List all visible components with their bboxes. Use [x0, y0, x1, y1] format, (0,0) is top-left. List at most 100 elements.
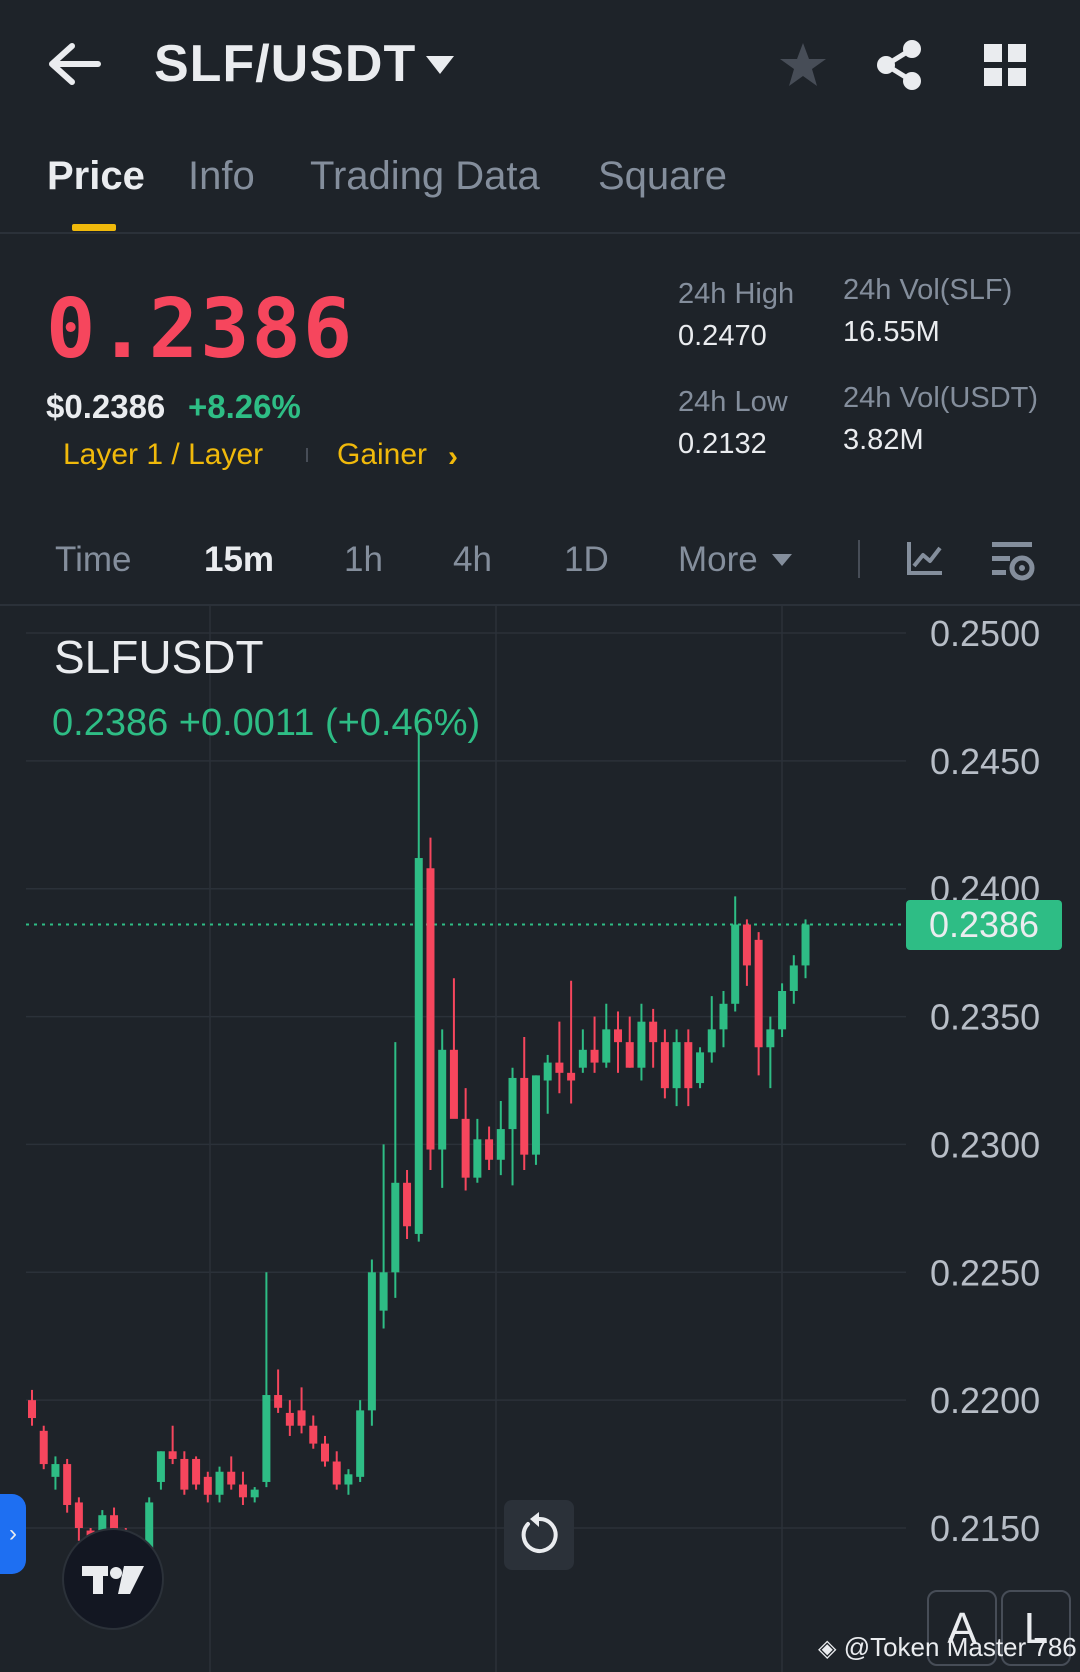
tab-price[interactable]: Price	[47, 154, 145, 199]
indicator-icon[interactable]	[906, 540, 944, 576]
candle	[238, 1471, 247, 1505]
candle	[180, 1451, 189, 1495]
interval-4h[interactable]: 4h	[453, 540, 492, 580]
candle	[332, 1451, 341, 1490]
candle-body	[28, 1400, 36, 1419]
high-label: 24h High	[678, 278, 795, 310]
candle-body	[473, 1139, 482, 1178]
interval-1d[interactable]: 1D	[564, 540, 609, 580]
expand-drawing-tools[interactable]: ›	[0, 1494, 26, 1574]
candle-body	[438, 1049, 447, 1150]
candle	[625, 1016, 634, 1068]
candle	[438, 1029, 447, 1188]
candle-body	[379, 1272, 388, 1311]
vol-quote-value: 3.82M	[843, 424, 924, 456]
candle	[508, 1067, 517, 1186]
gainer-tag[interactable]: Gainer	[337, 438, 427, 472]
pair-title[interactable]: SLF/USDT	[154, 34, 416, 94]
tab-square[interactable]: Square	[598, 154, 727, 199]
candle	[51, 1456, 60, 1490]
candle-body	[39, 1430, 48, 1465]
candle-body	[403, 1182, 412, 1227]
tab-trading-data[interactable]: Trading Data	[310, 154, 540, 199]
chevron-right-icon[interactable]: ›	[448, 440, 458, 474]
candle-body	[508, 1077, 517, 1130]
divider	[0, 232, 1080, 234]
star-icon[interactable]	[778, 40, 828, 90]
candle-body	[672, 1042, 681, 1089]
candle-body	[180, 1458, 189, 1490]
interval-time[interactable]: Time	[55, 540, 131, 580]
interval-1h[interactable]: 1h	[344, 540, 383, 580]
candle-body	[625, 1042, 634, 1068]
candle	[449, 978, 458, 1119]
interval-more[interactable]: More	[678, 540, 758, 580]
vol-base-value: 16.55M	[843, 316, 940, 348]
candle-body	[321, 1443, 329, 1462]
candle-body	[274, 1395, 283, 1408]
tag-separator	[306, 448, 308, 462]
caret-down-icon[interactable]	[772, 554, 792, 566]
candle-body	[660, 1042, 669, 1089]
candle-body	[344, 1474, 353, 1485]
y-tick-label: 0.2350	[930, 997, 1040, 1038]
reset-chart-button[interactable]	[504, 1500, 574, 1570]
tab-info[interactable]: Info	[188, 154, 255, 199]
candle	[414, 730, 423, 1242]
candle-body	[391, 1182, 400, 1273]
candle-body	[63, 1464, 72, 1505]
candle	[578, 1029, 587, 1073]
back-arrow-icon[interactable]	[48, 38, 104, 90]
chart-settings-icon[interactable]	[990, 538, 1036, 582]
candle	[696, 1047, 705, 1089]
ohlc-legend: 0.2386 +0.0011 (+0.46%)	[52, 702, 481, 744]
share-icon[interactable]	[874, 38, 924, 92]
y-tick-label: 0.2250	[930, 1252, 1040, 1293]
candle-body	[250, 1489, 259, 1498]
candle	[789, 955, 798, 1004]
candle	[403, 1170, 412, 1240]
y-tick-label: 0.2300	[930, 1124, 1040, 1165]
usd-price: $0.2386	[46, 388, 166, 425]
sector-tag[interactable]: Layer 1 / Layer	[63, 438, 263, 472]
candle	[614, 1011, 622, 1073]
low-value: 0.2132	[678, 428, 767, 460]
candle	[168, 1425, 177, 1465]
top-bar: SLF/USDT	[0, 0, 1080, 130]
vol-quote-label: 24h Vol(USDT)	[843, 382, 1039, 414]
candle-body	[449, 1049, 458, 1119]
candle	[285, 1400, 294, 1436]
candle	[731, 896, 740, 1012]
candle-body	[156, 1451, 165, 1482]
candle	[344, 1469, 353, 1495]
candle	[379, 1144, 388, 1329]
candle	[637, 1003, 646, 1081]
candle-body	[707, 1029, 716, 1053]
candle	[262, 1272, 271, 1488]
candle	[391, 1042, 400, 1298]
interval-15m[interactable]: 15m	[204, 540, 274, 580]
candle-body	[367, 1272, 376, 1411]
grid-icon[interactable]	[984, 44, 1026, 86]
watermark: ◈ @Token Master 786	[818, 1632, 1077, 1663]
candle-body	[614, 1029, 622, 1043]
candle	[766, 1016, 775, 1089]
candle-body	[356, 1410, 365, 1477]
candle-body	[766, 1029, 775, 1048]
candle	[227, 1456, 236, 1490]
candle-body	[203, 1476, 212, 1495]
candle	[496, 1100, 505, 1176]
candle-body	[520, 1077, 529, 1155]
caret-down-icon[interactable]	[426, 56, 454, 74]
tradingview-logo[interactable]	[62, 1528, 164, 1630]
candle-body	[731, 924, 740, 1004]
candle	[778, 983, 787, 1038]
candle-body	[649, 1021, 658, 1043]
change-percent: +8.26%	[188, 388, 301, 425]
last-price: 0.2386	[46, 282, 355, 377]
candle-body	[227, 1471, 236, 1485]
low-label: 24h Low	[678, 386, 788, 418]
candle-body	[543, 1062, 552, 1081]
candle-body	[719, 1003, 728, 1030]
candle	[672, 1029, 681, 1107]
